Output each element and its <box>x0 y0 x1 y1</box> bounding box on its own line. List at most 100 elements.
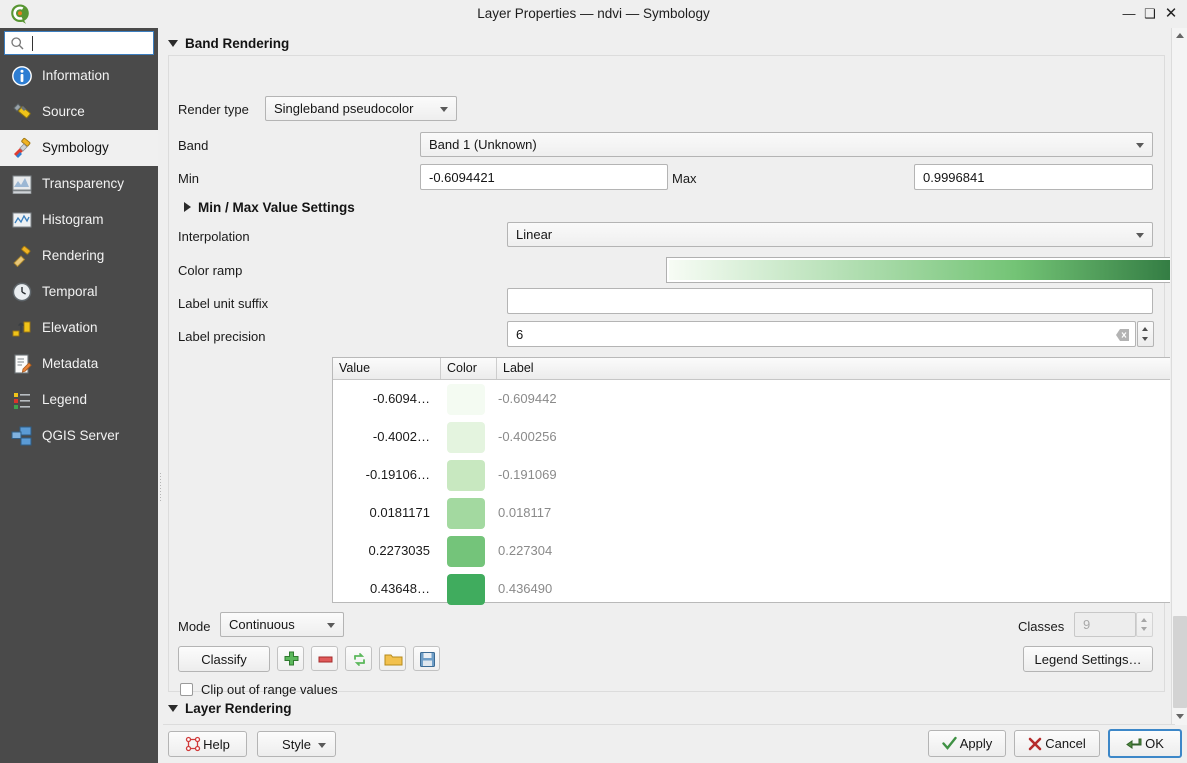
table-row[interactable]: 0.0181171 0.018117 <box>333 494 1170 532</box>
ok-button[interactable]: OK <box>1108 729 1182 758</box>
style-button[interactable]: Style <box>257 731 336 757</box>
dialog-scrollbar[interactable] <box>1171 28 1187 725</box>
label-precision-stepper[interactable] <box>1137 321 1154 347</box>
ok-arrow-icon <box>1126 738 1142 749</box>
table-row[interactable]: 0.2273035 0.227304 <box>333 532 1170 570</box>
scroll-down-button[interactable] <box>1172 709 1187 725</box>
clip-out-of-range-checkbox[interactable] <box>180 683 193 696</box>
sidebar-item-label: Symbology <box>42 140 109 155</box>
cell-value[interactable]: -0.6094… <box>333 380 438 418</box>
color-ramp-preview[interactable] <box>666 257 1170 283</box>
color-ramp-label: Color ramp <box>178 263 243 278</box>
sidebar-item-symbology[interactable]: Symbology <box>0 130 158 166</box>
sidebar-item-legend[interactable]: Legend <box>0 382 158 418</box>
cell-color-swatch[interactable] <box>447 574 485 605</box>
sidebar-item-transparency[interactable]: Transparency <box>0 166 158 202</box>
clip-out-of-range-label: Clip out of range values <box>201 682 338 697</box>
max-label: Max <box>672 171 697 186</box>
label-unit-suffix-input[interactable] <box>507 288 1153 314</box>
chevron-right-icon <box>184 202 191 213</box>
min-input[interactable]: -0.6094421 <box>420 164 668 190</box>
remove-entry-button[interactable] <box>311 646 338 671</box>
scrollbar-thumb[interactable] <box>1173 616 1187 708</box>
help-button[interactable]: Help <box>168 731 247 757</box>
max-input[interactable]: 0.9996841 <box>914 164 1153 190</box>
classify-label: Classify <box>201 651 247 667</box>
band-rendering-title: Band Rendering <box>185 36 290 51</box>
cell-value[interactable]: 0.43648… <box>333 570 438 608</box>
sidebar-item-rendering[interactable]: Rendering <box>0 238 158 274</box>
classes-stepper <box>1136 612 1153 637</box>
sidebar-item-elevation[interactable]: Elevation <box>0 310 158 346</box>
cell-label[interactable]: 0.018117 <box>498 494 551 532</box>
sidebar-item-information[interactable]: Information <box>0 58 158 94</box>
sidebar-item-label: Rendering <box>42 248 105 263</box>
search-input[interactable] <box>29 32 151 54</box>
column-header-value[interactable]: Value <box>333 358 441 379</box>
table-row[interactable]: -0.4002… -0.400256 <box>333 418 1170 456</box>
cell-color-swatch[interactable] <box>447 536 485 567</box>
table-row[interactable]: -0.6094… -0.609442 <box>333 380 1170 418</box>
sidebar-item-qgis-server[interactable]: QGIS Server <box>0 418 158 454</box>
window-title: Layer Properties — ndvi — Symbology <box>477 6 710 21</box>
save-color-map-button[interactable] <box>413 646 440 671</box>
cell-color-swatch[interactable] <box>447 384 485 415</box>
render-type-combo[interactable]: Singleband pseudocolor <box>265 96 457 121</box>
cell-value[interactable]: 0.0181171 <box>333 494 438 532</box>
column-header-color[interactable]: Color <box>441 358 497 379</box>
band-combo[interactable]: Band 1 (Unknown) <box>420 132 1153 157</box>
classify-button[interactable]: Classify <box>178 646 270 672</box>
legend-settings-label: Legend Settings… <box>1034 651 1142 667</box>
cell-value[interactable]: 0.2273035 <box>333 532 438 570</box>
render-type-label: Render type <box>178 102 249 117</box>
sidebar-item-metadata[interactable]: Metadata <box>0 346 158 382</box>
min-max-value-settings-header[interactable]: Min / Max Value Settings <box>184 200 355 215</box>
column-header-label[interactable]: Label <box>497 358 1170 379</box>
label-precision-label: Label precision <box>178 329 266 344</box>
check-icon <box>942 736 957 750</box>
table-row[interactable]: 0.43648… 0.436490 <box>333 570 1170 608</box>
minimize-button[interactable]: — <box>1119 0 1139 28</box>
add-entry-button[interactable] <box>277 646 304 671</box>
flip-colors-button[interactable] <box>345 646 372 671</box>
cell-label[interactable]: 0.436490 <box>498 570 552 608</box>
elevation-icon <box>12 321 31 337</box>
cell-label[interactable]: -0.400256 <box>498 418 557 456</box>
sidebar: Information Source Symbology Transparenc… <box>0 28 158 763</box>
color-map-table[interactable]: Value Color Label -0.6094… -0.609442 -0.… <box>332 357 1170 605</box>
cell-value[interactable]: -0.19106… <box>333 456 438 494</box>
label-precision-input[interactable]: 6 <box>507 321 1136 347</box>
layer-rendering-section-header[interactable]: Layer Rendering <box>168 701 292 716</box>
mode-combo[interactable]: Continuous <box>220 612 344 637</box>
cell-label[interactable]: -0.191069 <box>498 456 557 494</box>
band-rendering-section-header[interactable]: Band Rendering <box>168 36 289 51</box>
cell-value[interactable]: -0.4002… <box>333 418 438 456</box>
histogram-icon <box>12 212 32 228</box>
band-value: Band 1 (Unknown) <box>429 137 537 152</box>
sidebar-item-source[interactable]: Source <box>0 94 158 130</box>
cell-color-swatch[interactable] <box>447 460 485 491</box>
title-bar: Layer Properties — ndvi — Symbology — ❑ … <box>0 0 1187 28</box>
layer-properties-dialog: Layer Properties — ndvi — Symbology — ❑ … <box>0 0 1187 763</box>
scroll-up-button[interactable] <box>1172 28 1187 44</box>
chevron-down-icon <box>168 39 178 47</box>
interpolation-value: Linear <box>516 227 553 242</box>
cell-label[interactable]: -0.609442 <box>498 380 557 418</box>
sidebar-item-temporal[interactable]: Temporal <box>0 274 158 310</box>
close-button[interactable]: ✕ <box>1161 0 1181 28</box>
sidebar-item-histogram[interactable]: Histogram <box>0 202 158 238</box>
layer-rendering-title: Layer Rendering <box>185 701 292 716</box>
interpolation-combo[interactable]: Linear <box>507 222 1153 247</box>
cell-color-swatch[interactable] <box>447 498 485 529</box>
search-box[interactable] <box>4 31 154 55</box>
load-color-map-button[interactable] <box>379 646 406 671</box>
table-row[interactable]: -0.19106… -0.191069 <box>333 456 1170 494</box>
maximize-button[interactable]: ❑ <box>1140 0 1160 28</box>
symbology-scroll-area: Band Rendering Render type Singleband ps… <box>163 28 1170 725</box>
legend-settings-button[interactable]: Legend Settings… <box>1023 646 1153 672</box>
cell-color-swatch[interactable] <box>447 422 485 453</box>
apply-button[interactable]: Apply <box>928 730 1006 757</box>
cell-label[interactable]: 0.227304 <box>498 532 552 570</box>
cancel-button[interactable]: Cancel <box>1014 730 1100 757</box>
clear-field-icon[interactable] <box>1116 329 1129 341</box>
